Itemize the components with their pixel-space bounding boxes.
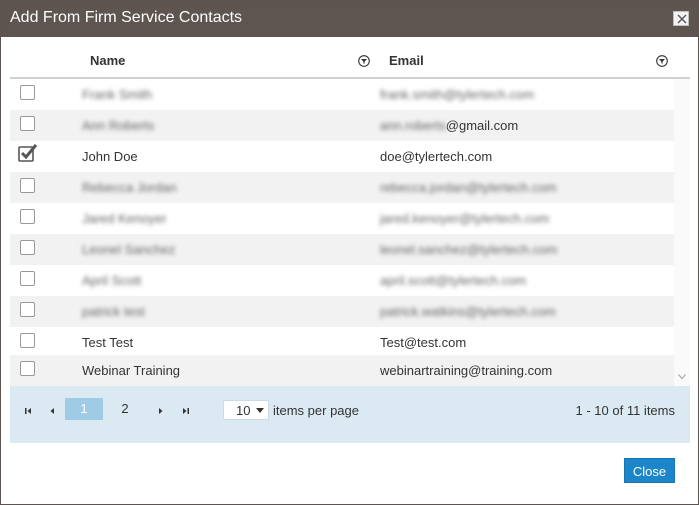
contact-name: Rebecca Jordan (82, 180, 177, 195)
contacts-grid: Name Email Frank Smith frank.smith@tyler… (10, 41, 690, 386)
table-row[interactable]: patrick test patrick.watkins@tylertech.c… (10, 296, 674, 327)
contact-name: Jared Kenoyer (82, 211, 167, 226)
row-checkbox[interactable] (20, 240, 35, 255)
contact-name: Test Test (82, 335, 134, 350)
checked-checkbox-icon[interactable] (18, 144, 38, 162)
table-row[interactable]: John Doe doe@tylertech.com (10, 141, 674, 172)
last-page-icon[interactable] (179, 404, 193, 418)
table-row[interactable]: Ann Roberts ann.roberts@gmail.com (10, 110, 674, 141)
row-checkbox[interactable] (20, 116, 35, 131)
contact-email: jared.kenoyer@tylertech.com (380, 211, 550, 226)
dialog-titlebar: Add From Firm Service Contacts (1, 1, 698, 37)
grid-scrollbar[interactable] (674, 79, 690, 386)
contact-email: leonel.sanchez@tylertech.com (380, 242, 558, 257)
contact-email: doe@tylertech.com (380, 149, 493, 164)
table-row[interactable]: Leonel Sanchez leonel.sanchez@tylertech.… (10, 234, 674, 265)
table-row[interactable]: April Scott april.scott@tylertech.com (10, 265, 674, 296)
column-header-name[interactable]: Name (90, 53, 125, 68)
close-button[interactable]: Close (624, 458, 675, 483)
grid-pager: 1 2 10 items per page 1 - 10 of 11 items (10, 386, 690, 443)
contact-name: Frank Smith (82, 87, 153, 102)
contact-email: april.scott@tylertech.com (380, 273, 527, 288)
contact-name: patrick test (82, 304, 145, 319)
prev-page-icon[interactable] (45, 404, 59, 418)
row-checkbox[interactable] (20, 178, 35, 193)
items-per-page-select[interactable]: 10 (223, 400, 269, 420)
page-button-1[interactable]: 1 (65, 398, 103, 420)
contact-email: frank.smith@tylertech.com (380, 87, 535, 102)
table-row[interactable]: Rebecca Jordan rebecca.jordan@tylertech.… (10, 172, 674, 203)
page-button-2[interactable]: 2 (106, 398, 144, 420)
contact-name: Ann Roberts (82, 118, 155, 133)
table-row[interactable]: Frank Smith frank.smith@tylertech.com (10, 79, 674, 110)
row-checkbox[interactable] (20, 333, 35, 348)
contact-name: April Scott (82, 273, 142, 288)
filter-icon[interactable] (656, 55, 668, 67)
chevron-down-icon (256, 408, 264, 413)
row-checkbox[interactable] (20, 361, 35, 376)
close-icon[interactable] (673, 11, 689, 26)
table-row[interactable]: Test Test Test@test.com (10, 327, 674, 358)
dialog-footer: Close (10, 443, 690, 484)
contact-email: ann.roberts@gmail.com (380, 118, 519, 133)
table-row[interactable]: Webinar Training webinartraining@trainin… (10, 355, 674, 386)
contact-name: Leonel Sanchez (82, 242, 176, 257)
row-checkbox[interactable] (20, 209, 35, 224)
column-header-email[interactable]: Email (389, 53, 424, 68)
items-per-page-label: items per page (273, 403, 359, 418)
grid-header: Name Email (10, 41, 690, 79)
items-per-page-value: 10 (236, 403, 251, 418)
row-checkbox[interactable] (20, 85, 35, 100)
dialog-title: Add From Firm Service Contacts (10, 9, 243, 26)
add-contacts-dialog: Add From Firm Service Contacts Name Emai… (0, 0, 699, 505)
row-checkbox[interactable] (20, 271, 35, 286)
filter-icon[interactable] (358, 55, 370, 67)
first-page-icon[interactable] (21, 404, 35, 418)
next-page-icon[interactable] (154, 404, 168, 418)
contact-email: Test@test.com (380, 335, 467, 350)
contact-name: John Doe (82, 149, 138, 164)
pager-info: 1 - 10 of 11 items (575, 403, 675, 418)
table-row[interactable]: Jared Kenoyer jared.kenoyer@tylertech.co… (10, 203, 674, 234)
chevron-down-icon[interactable] (678, 374, 686, 380)
contact-email: rebecca.jordan@tylertech.com (380, 180, 557, 195)
contact-email: webinartraining@training.com (380, 363, 553, 378)
dialog-content: Name Email Frank Smith frank.smith@tyler… (10, 41, 690, 484)
contact-email: patrick.watkins@tylertech.com (380, 304, 556, 319)
contact-name: Webinar Training (82, 363, 181, 378)
row-checkbox[interactable] (20, 302, 35, 317)
